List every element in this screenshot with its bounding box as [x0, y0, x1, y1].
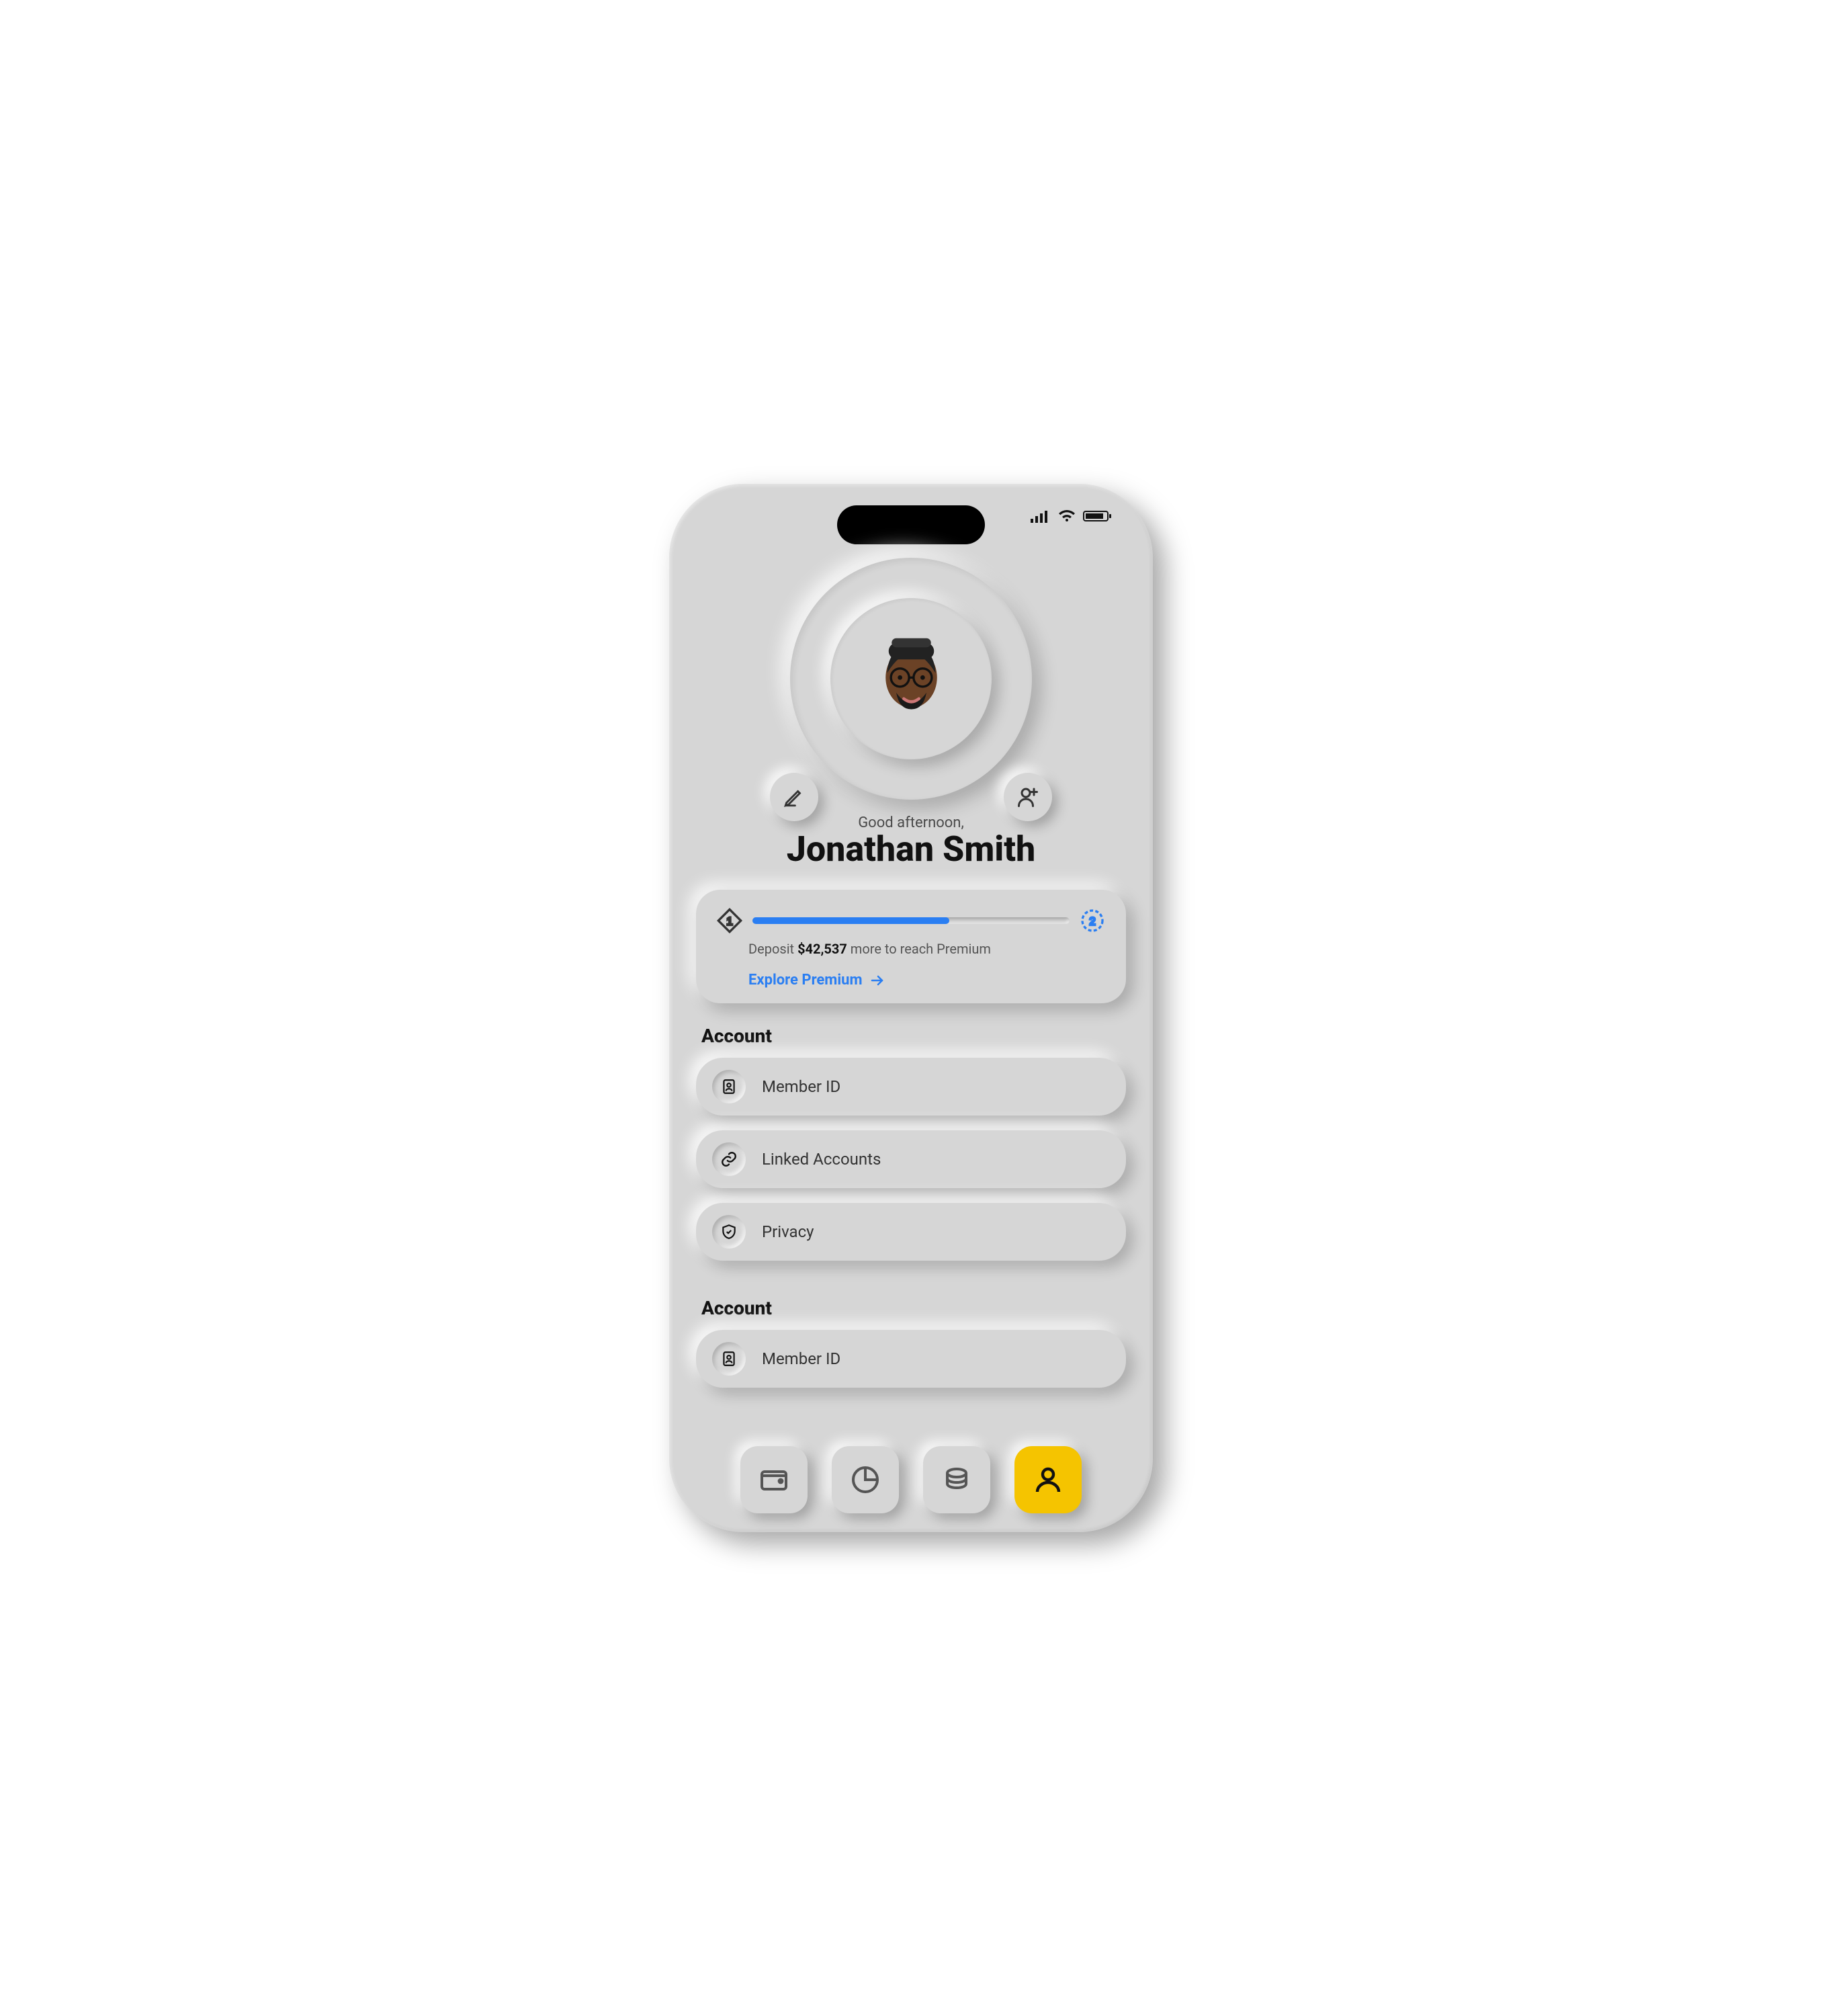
id-card-icon: [712, 1070, 746, 1103]
row-privacy[interactable]: Privacy: [696, 1203, 1126, 1261]
edit-profile-button[interactable]: [770, 773, 818, 821]
section-title: Account: [701, 1025, 1121, 1047]
wifi-icon: [1057, 509, 1076, 523]
progress-track: [752, 917, 1070, 924]
pencil-icon: [783, 786, 806, 808]
deposit-suffix: more to reach Premium: [847, 941, 991, 957]
row-label: Linked Accounts: [762, 1150, 881, 1169]
coins-icon: [941, 1464, 973, 1496]
shield-icon: [712, 1215, 746, 1249]
battery-icon: [1083, 509, 1113, 523]
avatar[interactable]: [854, 622, 968, 736]
svg-text:1: 1: [726, 915, 732, 928]
explore-premium-label: Explore Premium: [748, 972, 863, 989]
pie-chart-icon: [849, 1464, 881, 1496]
deposit-prefix: Deposit: [748, 941, 797, 957]
row-member-id[interactable]: Member ID: [696, 1330, 1126, 1388]
deposit-hint: Deposit $42,537 more to reach Premium: [748, 941, 1106, 957]
user-name: Jonathan Smith: [787, 829, 1036, 870]
status-bar: [1031, 509, 1113, 523]
premium-progress-card[interactable]: 1 2 Deposit $42,537 more to reach Premiu…: [696, 890, 1126, 1003]
arrow-right-icon: [869, 972, 885, 989]
row-linked-accounts[interactable]: Linked Accounts: [696, 1130, 1126, 1188]
wallet-icon: [758, 1464, 790, 1496]
signal-icon: [1031, 509, 1051, 523]
progress-fill: [752, 917, 949, 924]
svg-text:2: 2: [1089, 915, 1095, 928]
bottom-nav: [669, 1446, 1153, 1513]
avatar-ring-inner: [830, 598, 992, 759]
level-badge-current: 1: [716, 907, 743, 934]
nav-stats[interactable]: [832, 1446, 899, 1513]
dynamic-island: [837, 505, 985, 544]
nav-coins[interactable]: [923, 1446, 990, 1513]
nav-wallet[interactable]: [740, 1446, 808, 1513]
explore-premium-link[interactable]: Explore Premium: [748, 972, 1106, 989]
avatar-illustration: [866, 634, 957, 724]
user-icon: [1032, 1464, 1064, 1496]
row-label: Privacy: [762, 1222, 814, 1241]
avatar-section: Good afternoon, Jonathan Smith: [696, 558, 1126, 870]
row-label: Member ID: [762, 1349, 840, 1368]
level-badge-next: 2: [1079, 907, 1106, 934]
progress-row: 1 2: [716, 907, 1106, 934]
row-member-id[interactable]: Member ID: [696, 1058, 1126, 1116]
id-card-icon: [712, 1342, 746, 1376]
row-label: Member ID: [762, 1077, 840, 1096]
link-icon: [712, 1142, 746, 1176]
deposit-amount: $42,537: [797, 941, 847, 957]
user-plus-icon: [1016, 785, 1040, 809]
add-user-button[interactable]: [1004, 773, 1052, 821]
avatar-ring-outer: [790, 558, 1032, 800]
phone-frame: Good afternoon, Jonathan Smith 1 2 Depos…: [669, 484, 1153, 1532]
section-title: Account: [701, 1297, 1121, 1319]
nav-profile[interactable]: [1014, 1446, 1082, 1513]
